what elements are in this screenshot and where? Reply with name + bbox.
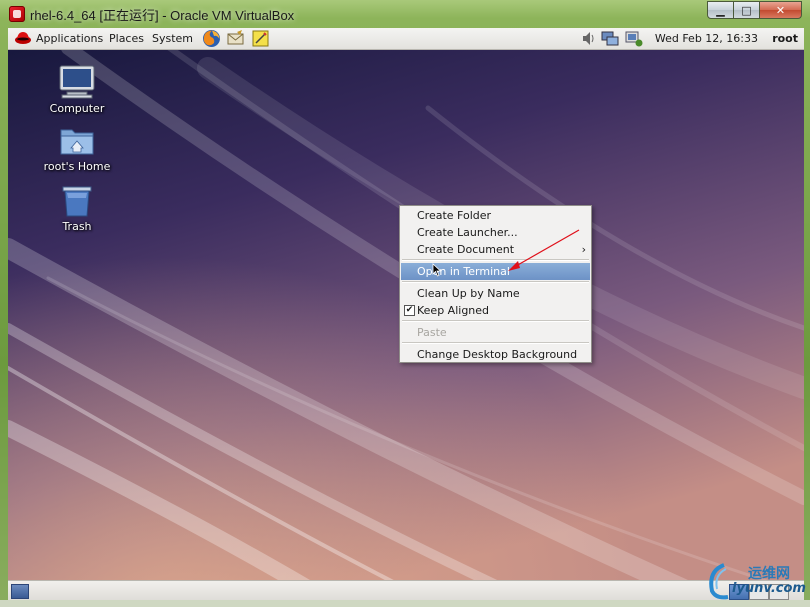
places-menu[interactable]: Places <box>109 31 144 46</box>
firefox-icon[interactable] <box>202 29 221 48</box>
window-title: rhel-6.4_64 [正在运行] - Oracle VM VirtualBo… <box>30 8 295 23</box>
volume-icon[interactable] <box>580 30 598 47</box>
menu-separator <box>402 320 589 322</box>
menu-separator <box>402 281 589 283</box>
guest-screen[interactable]: Applications Places System Wed Feb 12, 1… <box>8 28 804 600</box>
network-icon[interactable] <box>601 30 619 47</box>
menu-item-create-document[interactable]: Create Document › <box>401 241 590 258</box>
menu-item-label: Keep Aligned <box>417 304 490 317</box>
watermark-line1: 运维网 <box>748 566 790 582</box>
desktop-context-menu: Create Folder Create Launcher... Create … <box>399 205 592 363</box>
watermark: 运维网 iyunv.com <box>704 561 806 601</box>
menu-separator <box>402 259 589 261</box>
mail-icon[interactable] <box>226 29 245 48</box>
menu-item-change-background[interactable]: Change Desktop Background <box>401 346 590 363</box>
window-controls: ▁ □ ✕ <box>707 1 802 20</box>
menu-item-label: Create Launcher... <box>417 226 518 239</box>
menu-item-label: Paste <box>417 326 447 339</box>
desktop-icon-label: Computer <box>49 102 105 115</box>
host-titlebar[interactable]: rhel-6.4_64 [正在运行] - Oracle VM VirtualBo… <box>0 0 810 28</box>
desktop-icon-home[interactable]: root's Home <box>37 124 117 173</box>
host-status-bar <box>0 600 810 607</box>
show-desktop-icon[interactable] <box>11 584 29 599</box>
menu-item-label: Change Desktop Background <box>417 348 578 361</box>
system-menu[interactable]: System <box>152 31 193 46</box>
mouse-pointer-icon <box>432 263 442 277</box>
menu-item-label: Create Folder <box>417 209 492 222</box>
minimize-button[interactable]: ▁ <box>707 1 734 19</box>
menu-item-open-terminal[interactable]: Open in Terminal <box>401 263 590 280</box>
desktop-icon-computer[interactable]: Computer <box>37 64 117 115</box>
chevron-right-icon: › <box>581 243 586 256</box>
top-panel: Applications Places System Wed Feb 12, 1… <box>8 28 804 50</box>
computer-icon <box>59 65 95 99</box>
trash-icon <box>62 186 92 217</box>
close-button[interactable]: ✕ <box>759 1 802 19</box>
desktop-icon-label: root's Home <box>43 160 111 173</box>
panel-user[interactable]: root <box>772 31 798 46</box>
bottom-panel <box>8 580 804 600</box>
menu-separator <box>402 342 589 344</box>
menu-item-keep-aligned[interactable]: ✔ Keep Aligned <box>401 302 590 319</box>
virtualbox-icon[interactable] <box>9 6 25 22</box>
applications-menu[interactable]: Applications <box>36 31 103 46</box>
maximize-button[interactable]: □ <box>733 1 760 19</box>
desktop-icon-label: Trash <box>62 220 92 233</box>
menu-item-label: Clean Up by Name <box>417 287 520 300</box>
menu-item-create-folder[interactable]: Create Folder <box>401 207 590 224</box>
update-icon[interactable] <box>625 30 643 47</box>
checkbox-checked-icon[interactable]: ✔ <box>404 305 415 316</box>
redhat-logo-icon[interactable] <box>14 30 32 46</box>
home-folder-icon <box>60 129 94 155</box>
watermark-line2: iyunv.com <box>732 581 806 596</box>
notes-icon[interactable] <box>251 29 270 48</box>
menu-item-paste: Paste <box>401 324 590 341</box>
menu-item-label: Create Document <box>417 243 515 256</box>
panel-clock[interactable]: Wed Feb 12, 16:33 <box>655 31 758 46</box>
menu-item-create-launcher[interactable]: Create Launcher... <box>401 224 590 241</box>
menu-item-clean-up[interactable]: Clean Up by Name <box>401 285 590 302</box>
menu-item-label: Open in Terminal <box>417 265 510 278</box>
desktop-icon-trash[interactable]: Trash <box>37 184 117 233</box>
